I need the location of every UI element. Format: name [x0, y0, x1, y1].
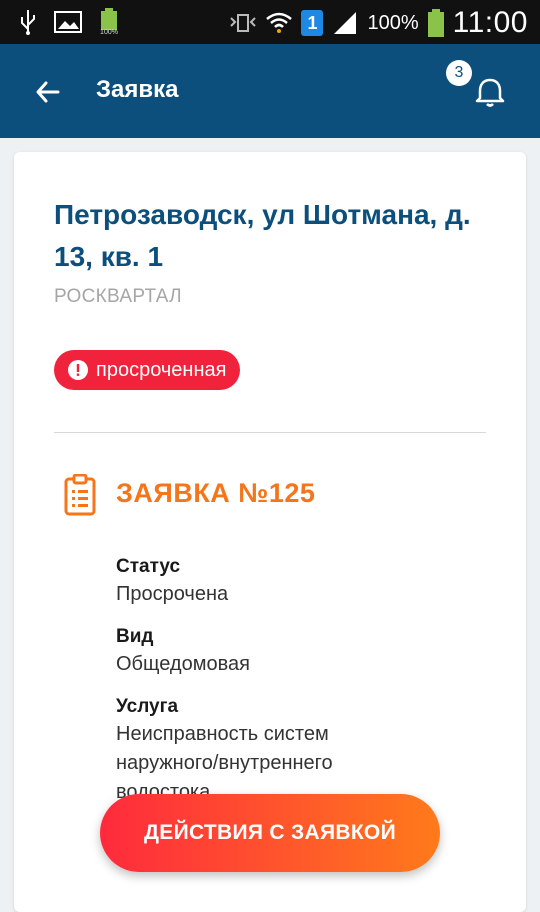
bell-icon[interactable] [468, 70, 512, 114]
field-label: Статус [116, 556, 181, 577]
status-badge-label: просроченная [96, 358, 227, 381]
field-value: Просрочена [116, 583, 229, 605]
signal-icon [331, 9, 359, 37]
vibrate-icon [229, 9, 257, 37]
page-title: Заявка [96, 76, 179, 103]
request-number-title: ЗАЯВКА №125 [116, 478, 316, 508]
field-status: Статус Просрочена [116, 554, 416, 609]
battery-icon [427, 9, 445, 37]
battery-small-icon: 100% [94, 8, 124, 36]
organization-name: РОСКВАРТАЛ [54, 286, 182, 307]
status-badge: просроченная [54, 350, 241, 390]
address-title: Петрозаводск, ул Шотмана, д. 13, кв. 1 [54, 199, 471, 272]
app-bar: Заявка 3 [0, 44, 540, 138]
field-service: Услуга Неисправность систем наружного/вн… [116, 694, 416, 807]
request-actions-button[interactable]: ДЕЙСТВИЯ С ЗАЯВКОЙ [100, 794, 440, 872]
divider [54, 432, 486, 433]
clipboard-icon [64, 473, 96, 516]
battery-small-label: 100% [100, 29, 118, 36]
back-arrow-icon[interactable] [30, 74, 70, 110]
usb-icon [14, 8, 42, 36]
field-value: Общедомовая [116, 653, 250, 675]
image-icon [54, 8, 82, 36]
status-time: 11:00 [452, 6, 528, 39]
field-type: Вид Общедомовая [116, 624, 416, 679]
field-label: Вид [116, 626, 154, 647]
field-label: Услуга [116, 696, 179, 717]
sim-badge: 1 [301, 10, 324, 36]
battery-percent: 100% [367, 11, 419, 34]
status-bar: 100% 1 100% 11:00 [0, 0, 540, 44]
alert-icon [68, 360, 88, 380]
wifi-icon [265, 9, 293, 37]
